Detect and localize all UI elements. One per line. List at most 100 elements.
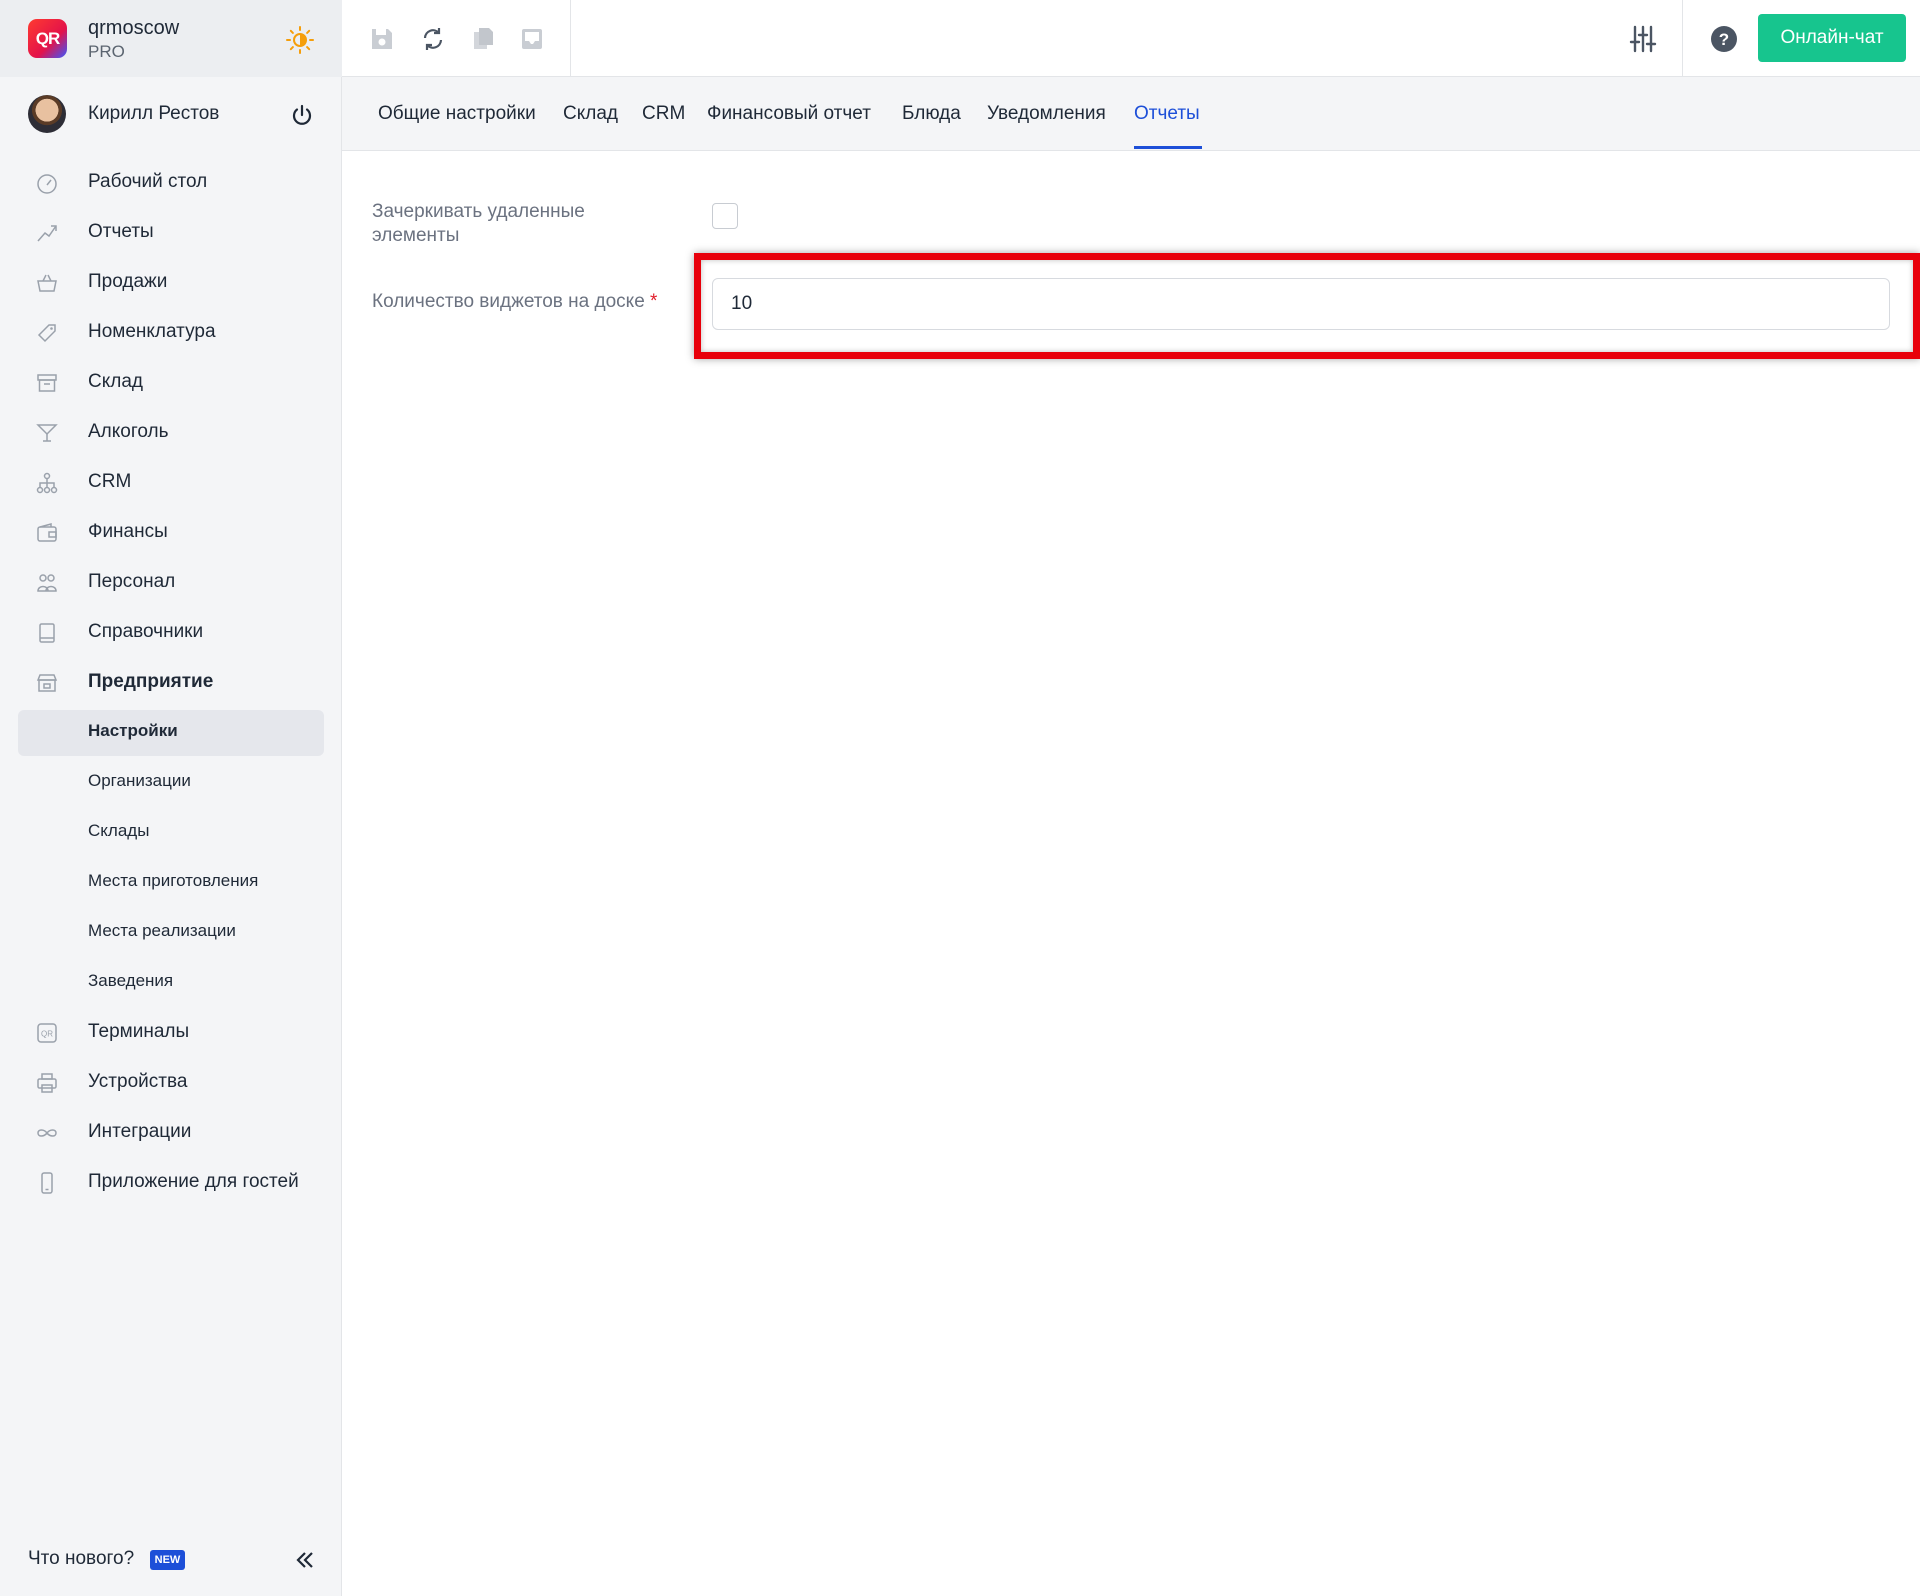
subnav-item-organizations[interactable]: Организации: [0, 757, 342, 807]
strike-deleted-label-line2: элементы: [372, 225, 460, 246]
tab-financial-report[interactable]: Финансовый отчет: [707, 103, 871, 125]
subnav-item-cooking-places[interactable]: Места приготовления: [0, 857, 342, 907]
basket-icon: [37, 274, 57, 292]
nav-label: Предприятие: [88, 671, 214, 692]
power-icon[interactable]: [290, 103, 314, 127]
nav-item-integrations[interactable]: Интеграции: [0, 1107, 342, 1157]
nav-label: Терминалы: [88, 1021, 190, 1042]
svg-text:QR: QR: [41, 1030, 53, 1039]
nav-item-staff[interactable]: Персонал: [0, 557, 342, 607]
tag-icon: [37, 324, 56, 343]
settings-tabs: Общие настройки Склад CRM Финансовый отч…: [342, 77, 1920, 151]
nav-label: Интеграции: [88, 1121, 192, 1142]
nav-item-crm[interactable]: CRM: [0, 457, 342, 507]
nav-label: Номенклатура: [88, 321, 216, 342]
widgets-count-input[interactable]: [712, 278, 1890, 330]
nav-label: Рабочий стол: [88, 171, 208, 192]
nav-label: Справочники: [88, 621, 204, 642]
nav-label: Склад: [88, 371, 143, 392]
toolbar-divider: [1682, 0, 1683, 77]
nav-label: Алкоголь: [88, 421, 169, 442]
nav-label: Устройства: [88, 1071, 188, 1092]
avatar[interactable]: [28, 95, 66, 133]
subnav-label: Настройки: [88, 721, 178, 740]
nav-item-warehouse[interactable]: Склад: [0, 357, 342, 407]
tab-reports[interactable]: Отчеты: [1134, 103, 1200, 125]
sidebar: QR qrmoscow PRO Кирилл Рестов Рабочий ст…: [0, 0, 342, 1596]
brand-name: qrmoscow: [88, 17, 180, 39]
new-badge: NEW: [150, 1550, 185, 1570]
active-tab-indicator: [1134, 146, 1202, 149]
collapse-sidebar-icon[interactable]: [294, 1549, 316, 1571]
tab-dishes[interactable]: Блюда: [902, 103, 961, 125]
nav-item-nomenclature[interactable]: Номенклатура: [0, 307, 342, 357]
phone-icon: [41, 1172, 53, 1194]
nav-item-alcohol[interactable]: Алкоголь: [0, 407, 342, 457]
toolbar-divider: [570, 0, 571, 77]
cocktail-glass-icon: [36, 424, 58, 442]
people-icon: [37, 574, 57, 592]
nav-item-enterprise[interactable]: Предприятие: [0, 657, 342, 707]
theme-sun-icon[interactable]: [285, 25, 315, 55]
org-chart-icon: [36, 472, 58, 494]
whats-new-link[interactable]: Что нового?: [28, 1548, 134, 1570]
subnav-label: Заведения: [88, 971, 174, 990]
required-mark: *: [650, 291, 658, 312]
tab-warehouse[interactable]: Склад: [563, 103, 618, 125]
help-icon[interactable]: ?: [1709, 24, 1739, 54]
user-name[interactable]: Кирилл Рестов: [88, 103, 219, 125]
brand-logo[interactable]: QR: [28, 19, 67, 58]
svg-text:?: ?: [1719, 30, 1729, 49]
sliders-icon[interactable]: [1628, 24, 1658, 54]
nav-item-dashboard[interactable]: Рабочий стол: [0, 157, 342, 207]
strike-deleted-label-line1: Зачеркивать удаленные: [372, 201, 585, 222]
nav-item-sales[interactable]: Продажи: [0, 257, 342, 307]
inbox-icon[interactable]: [519, 26, 545, 52]
infinity-icon: [37, 1129, 57, 1137]
save-icon[interactable]: [369, 26, 395, 52]
brand-plan: PRO: [88, 42, 125, 61]
strike-deleted-checkbox[interactable]: [712, 203, 738, 229]
subnav-item-warehouses[interactable]: Склады: [0, 807, 342, 857]
tab-general[interactable]: Общие настройки: [378, 103, 536, 125]
nav-item-finance[interactable]: Финансы: [0, 507, 342, 557]
subnav-label: Места реализации: [88, 921, 236, 940]
nav-label: Продажи: [88, 271, 168, 292]
subnav-item-venues[interactable]: Заведения: [0, 957, 342, 1007]
online-chat-button[interactable]: Онлайн-чат: [1758, 14, 1906, 62]
copy-icon[interactable]: [470, 26, 496, 52]
archive-box-icon: [37, 374, 57, 392]
tab-crm[interactable]: CRM: [642, 103, 685, 125]
nav-label: Приложение для гостей: [88, 1171, 299, 1192]
nav-label: Персонал: [88, 571, 176, 592]
main-nav: Рабочий стол Отчеты Продажи Номенклатура…: [0, 157, 342, 1207]
subnav-label: Организации: [88, 771, 191, 790]
subnav-item-settings[interactable]: Настройки: [0, 707, 342, 757]
nav-item-reports[interactable]: Отчеты: [0, 207, 342, 257]
widgets-count-label: Количество виджетов на доске *: [372, 290, 657, 314]
chart-trend-icon: [37, 225, 57, 242]
subnav-label: Склады: [88, 821, 150, 840]
topbar: ? Онлайн-чат: [342, 0, 1920, 77]
user-profile: Кирилл Рестов: [28, 95, 318, 135]
subnav-label: Места приготовления: [88, 871, 259, 890]
nav-item-guest-app[interactable]: Приложение для гостей: [0, 1157, 342, 1207]
refresh-icon[interactable]: [420, 26, 446, 52]
nav-label: Финансы: [88, 521, 168, 542]
nav-item-directories[interactable]: Справочники: [0, 607, 342, 657]
nav-item-terminals[interactable]: QR Терминалы: [0, 1007, 342, 1057]
widgets-count-label-text: Количество виджетов на доске: [372, 291, 645, 312]
qr-terminal-icon: QR: [37, 1023, 57, 1043]
tab-notifications[interactable]: Уведомления: [987, 103, 1106, 125]
wallet-icon: [37, 523, 57, 542]
store-icon: [36, 674, 58, 692]
nav-item-devices[interactable]: Устройства: [0, 1057, 342, 1107]
brand-header: QR qrmoscow PRO: [0, 0, 342, 77]
book-icon: [39, 623, 55, 643]
printer-icon: [37, 1073, 57, 1093]
subnav-item-sale-places[interactable]: Места реализации: [0, 907, 342, 957]
strike-deleted-label: Зачеркивать удаленные элементы: [372, 200, 585, 248]
nav-label: CRM: [88, 471, 132, 492]
nav-label: Отчеты: [88, 221, 154, 242]
dashboard-gauge-icon: [37, 174, 57, 194]
